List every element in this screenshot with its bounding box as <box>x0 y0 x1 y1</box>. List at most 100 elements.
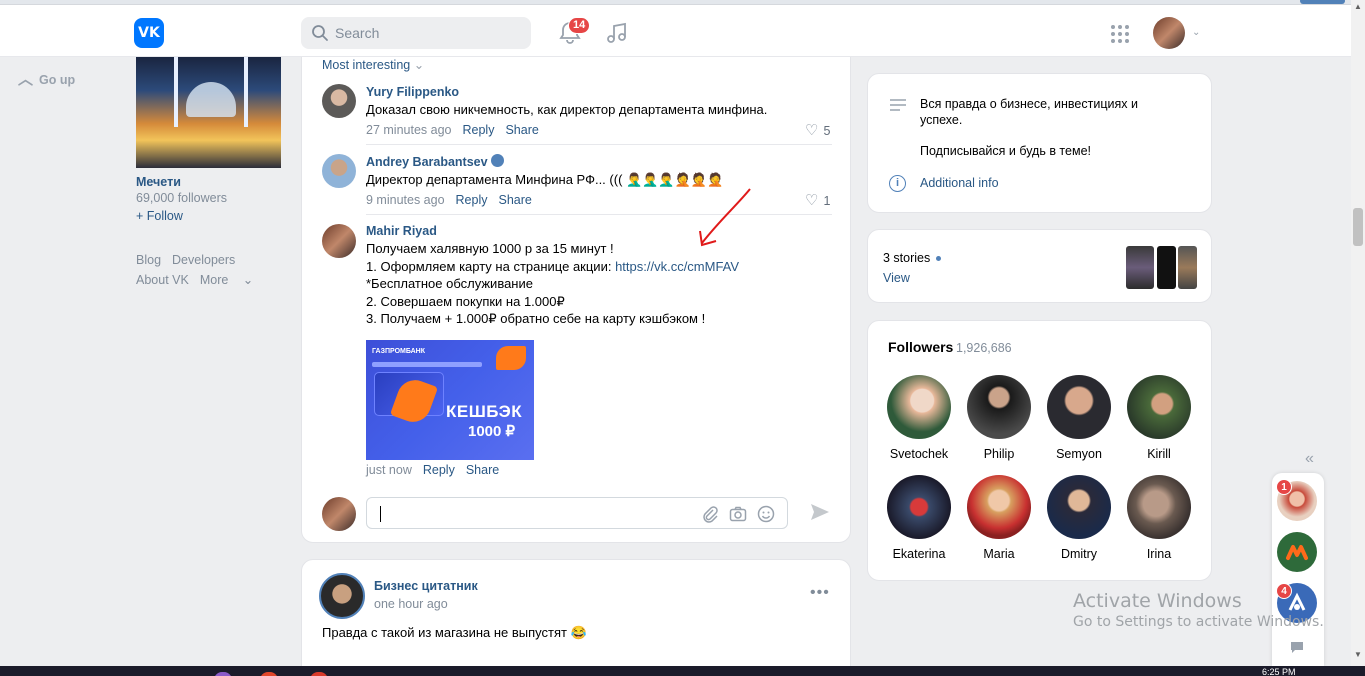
chat-unread-badge: 4 <box>1276 583 1292 599</box>
activate-windows-title: Activate Windows <box>1073 590 1242 612</box>
footer-developers-link[interactable]: Developers <box>172 253 235 267</box>
search-input[interactable] <box>335 17 525 49</box>
header: VK 14 ⌄ <box>0 5 1351 57</box>
reply-button[interactable]: Reply <box>423 463 455 477</box>
story-thumbnail[interactable] <box>1178 246 1197 289</box>
scroll-thumb[interactable] <box>1353 208 1363 246</box>
follower-item[interactable]: Ekaterina <box>879 475 959 561</box>
follower-name: Svetochek <box>889 447 949 461</box>
notifications-badge: 14 <box>568 17 591 34</box>
follower-avatar <box>887 375 951 439</box>
comment-author[interactable]: Yury Filippenko <box>366 85 459 99</box>
chat-logo-icon <box>1286 545 1308 560</box>
reply-button[interactable]: Reply <box>462 123 494 137</box>
promo-brand: ГАЗПРОМБАНК <box>372 348 425 355</box>
page-scrollbar[interactable]: ▲ ▼ <box>1351 0 1365 676</box>
comment-input-box[interactable] <box>366 497 788 529</box>
chat-avatar[interactable] <box>1277 532 1317 572</box>
story-thumbnail[interactable] <box>1126 246 1154 289</box>
stories-view-link[interactable]: View <box>883 271 910 285</box>
post-text: Правда с такой из магазина не выпустят 😂 <box>322 625 587 640</box>
divider <box>366 144 832 145</box>
scroll-up-icon[interactable]: ▲ <box>1354 2 1362 11</box>
comment-input[interactable] <box>377 498 697 528</box>
chat-unread-badge: 1 <box>1276 479 1292 495</box>
follower-item[interactable]: Dmitry <box>1039 475 1119 561</box>
divider <box>366 214 832 215</box>
promo-amount: 1000 ₽ <box>468 423 516 440</box>
collapse-chats-icon[interactable]: « <box>1305 450 1314 468</box>
footer-about-link[interactable]: About VK <box>136 273 189 287</box>
chat-bar: 1 4 <box>1272 473 1324 666</box>
composer-avatar <box>322 497 356 531</box>
group-name-link[interactable]: Мечети <box>136 175 181 189</box>
post-author-avatar[interactable] <box>319 573 365 619</box>
comment-avatar[interactable] <box>322 224 356 258</box>
search-box[interactable] <box>301 17 531 49</box>
footer-more-link[interactable]: More ⌄ <box>200 273 253 287</box>
promo-image[interactable]: ГАЗПРОМБАНК КЕШБЭК 1000 ₽ <box>366 340 534 460</box>
footer-blog-link[interactable]: Blog <box>136 253 161 267</box>
follower-name: Maria <box>983 547 1015 561</box>
comment-time[interactable]: 27 minutes ago <box>366 123 451 137</box>
comment-line: 1. Оформляем карту на странице акции: ht… <box>366 258 836 276</box>
follower-item[interactable]: Irina <box>1119 475 1199 561</box>
go-up-button[interactable]: ︿ Go up <box>18 68 75 89</box>
comment-line: 3. Получаем + 1.000₽ обратно себе на кар… <box>366 311 706 326</box>
promo-cashback: КЕШБЭК <box>446 402 523 421</box>
comment-time[interactable]: 9 minutes ago <box>366 193 445 207</box>
more-options-icon[interactable]: ••• <box>810 584 830 602</box>
promo-shape <box>496 346 526 370</box>
profile-avatar[interactable] <box>1153 17 1185 49</box>
scroll-down-icon[interactable]: ▼ <box>1354 650 1362 659</box>
sort-dropdown[interactable]: Most interesting ⌄ <box>322 57 424 72</box>
comment-text: Доказал свою никчемность, как директор д… <box>366 102 768 117</box>
reply-button[interactable]: Reply <box>456 193 488 207</box>
post-comments-card: Most interesting ⌄ Yury Filippenko Доказ… <box>301 57 851 543</box>
paperclip-icon[interactable] <box>701 505 719 523</box>
group-cover-image[interactable] <box>136 57 281 168</box>
apps-grid-icon[interactable] <box>1110 24 1130 44</box>
story-thumbnail[interactable] <box>1157 246 1176 289</box>
post-card: Бизнес цитатник one hour ago ••• Правда … <box>301 559 851 676</box>
promo-banner-bar <box>372 362 482 367</box>
description-icon <box>890 99 906 111</box>
like-button[interactable]: ♡ 5 <box>805 121 830 139</box>
taskbar-app-icon[interactable] <box>214 672 232 676</box>
comment-line: Получаем халявную 1000 р за 15 минут ! <box>366 241 614 256</box>
group-followers: 69,000 followers <box>136 191 228 205</box>
camera-icon[interactable] <box>729 505 747 523</box>
follower-item[interactable]: Svetochek <box>879 375 959 461</box>
followers-title[interactable]: Followers <box>888 339 953 355</box>
post-time[interactable]: one hour ago <box>374 597 448 611</box>
stories-count-label: 3 stories <box>883 251 931 265</box>
follower-item[interactable]: Kirill <box>1119 375 1199 461</box>
emoji-icon[interactable] <box>757 505 775 523</box>
share-button[interactable]: Share <box>466 463 499 477</box>
send-icon[interactable] <box>809 502 831 522</box>
comment-avatar[interactable] <box>322 154 356 188</box>
follower-item[interactable]: Semyon <box>1039 375 1119 461</box>
like-button[interactable]: ♡ 1 <box>805 191 830 209</box>
taskbar-app-icon[interactable] <box>260 672 278 676</box>
follow-button[interactable]: + Follow <box>136 209 183 223</box>
post-author[interactable]: Бизнес цитатник <box>374 579 478 593</box>
chevron-down-icon[interactable]: ⌄ <box>1192 27 1200 38</box>
music-icon[interactable] <box>605 21 629 45</box>
message-icon[interactable] <box>1290 641 1304 653</box>
comment-author[interactable]: Mahir Riyad <box>366 224 437 238</box>
follower-item[interactable]: Philip <box>959 375 1039 461</box>
promo-link[interactable]: https://vk.cc/cmMFAV <box>615 259 739 274</box>
taskbar-clock[interactable]: 6:25 PM <box>1262 667 1296 676</box>
additional-info-link[interactable]: Additional info <box>920 176 999 190</box>
share-button[interactable]: Share <box>505 123 538 137</box>
info-description: Вся правда о бизнесе, инвестициях и успе… <box>920 97 1138 127</box>
comment-avatar[interactable] <box>322 84 356 118</box>
share-button[interactable]: Share <box>499 193 532 207</box>
comment-author[interactable]: Andrey Barabantsev <box>366 154 505 169</box>
follower-item[interactable]: Maria <box>959 475 1039 561</box>
comment-time[interactable]: just now <box>366 463 412 477</box>
vk-logo[interactable]: VK <box>134 18 164 48</box>
stories-card[interactable]: 3 stories View <box>867 229 1212 303</box>
taskbar-app-icon[interactable] <box>310 672 328 676</box>
